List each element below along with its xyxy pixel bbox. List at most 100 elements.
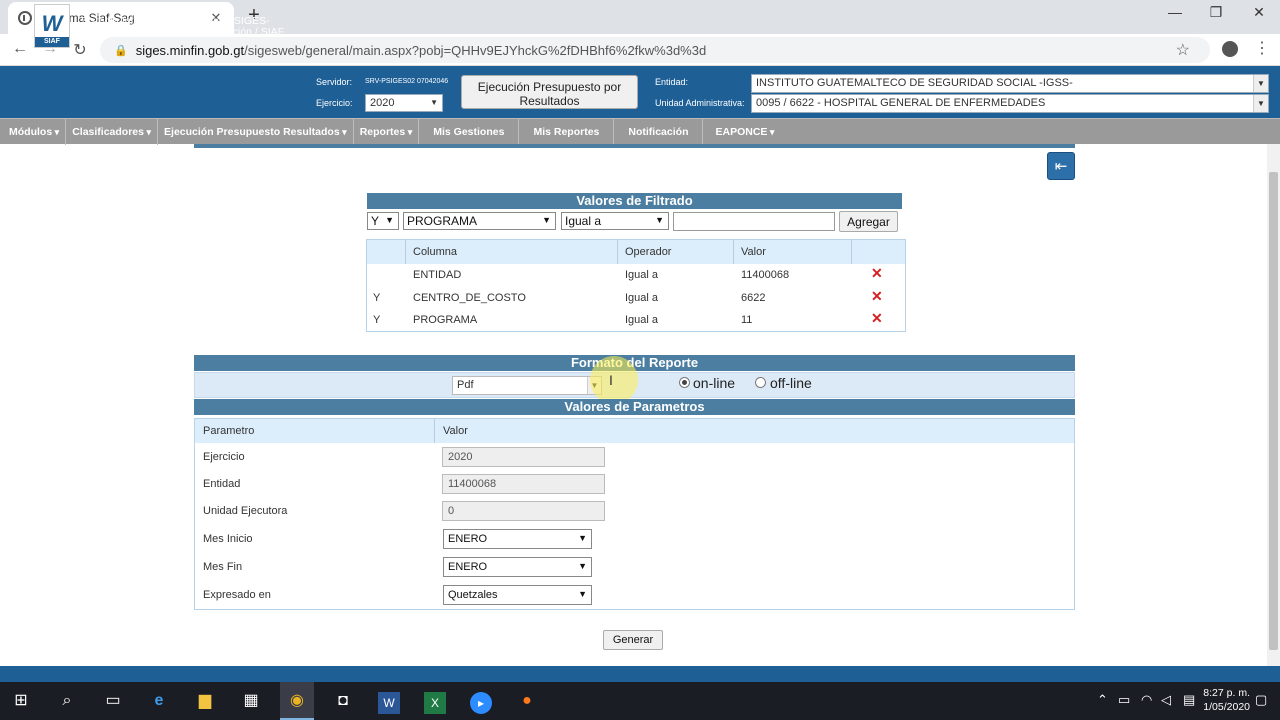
delete-icon[interactable]: ✕	[871, 288, 883, 305]
param-unidad-input[interactable]: 0	[442, 501, 605, 521]
task-view-icon[interactable]: ▭	[100, 688, 126, 714]
minimize-button[interactable]: —	[1163, 4, 1187, 20]
store-icon[interactable]: ▦	[238, 688, 264, 714]
row-logic: Y	[373, 314, 381, 326]
chevron-down-icon: ▼	[655, 215, 664, 225]
chevron-up-icon[interactable]: ⌃	[1097, 692, 1108, 708]
operator-select[interactable]: Igual a ▼	[561, 212, 669, 230]
offline-label: off-line	[770, 375, 812, 391]
param-entidad-label: Entidad	[203, 478, 241, 490]
chrome-icon[interactable]: ◉	[284, 688, 310, 714]
online-radio[interactable]	[679, 377, 690, 388]
volume-icon[interactable]: ◁	[1161, 692, 1171, 708]
row-columna: CENTRO_DE_COSTO	[413, 292, 526, 304]
logo-text: SIAF	[35, 37, 69, 47]
maximize-button[interactable]: ❐	[1204, 4, 1228, 21]
cursor-highlight	[590, 356, 638, 404]
unidad-select[interactable]: 0095 / 6622 - HOSPITAL GENERAL DE ENFERM…	[751, 94, 1269, 113]
firefox-icon[interactable]: ●	[514, 688, 540, 714]
address-bar: ← → ↻ 🔒 siges.minfin.gob.gt/sigesweb/gen…	[0, 34, 1280, 66]
edge-icon[interactable]: e	[146, 688, 172, 714]
delete-icon[interactable]: ✕	[871, 310, 883, 327]
column-select[interactable]: PROGRAMA ▼	[403, 212, 556, 230]
menu-clasificadores[interactable]: Clasificadores	[66, 118, 159, 145]
chevron-down-icon: ▼	[542, 215, 551, 225]
row-columna: ENTIDAD	[413, 269, 462, 281]
menu-modulos[interactable]: Módulos	[3, 118, 67, 145]
chevron-down-icon: ▼	[385, 215, 394, 225]
bookmark-star-icon[interactable]: ☆	[1176, 40, 1190, 60]
param-unidad-label: Unidad Ejecutora	[203, 505, 288, 517]
ejecucion-presupuesto-button[interactable]: Ejecución Presupuesto por Resultados	[461, 75, 638, 109]
logo-mark-icon: W	[41, 11, 63, 36]
online-label: on-line	[693, 375, 736, 391]
app-footer	[0, 666, 1280, 682]
menu-mis-reportes[interactable]: Mis Reportes	[519, 118, 615, 145]
row-columna: PROGRAMA	[413, 314, 478, 326]
entidad-select[interactable]: INSTITUTO GUATEMALTECO DE SEGURIDAD SOCI…	[751, 74, 1269, 93]
wifi-icon[interactable]: ◠	[1141, 692, 1152, 708]
generar-button[interactable]: Generar	[603, 630, 663, 650]
row-valor: 6622	[741, 292, 766, 304]
account-icon[interactable]	[1222, 41, 1238, 57]
camera-icon[interactable]: ◘	[330, 688, 356, 714]
ejercicio-label: Ejercicio:	[316, 98, 353, 108]
chevron-down-icon: ▼	[430, 98, 438, 107]
expresado-select[interactable]: Quetzales ▼	[443, 585, 592, 605]
ejercicio-select[interactable]: 2020 ▼	[365, 94, 443, 112]
menu-ejecucion[interactable]: Ejecución Presupuesto Resultados	[158, 118, 354, 145]
notifications-icon[interactable]: ▢	[1255, 692, 1267, 708]
exit-icon[interactable]: ⇤	[1047, 152, 1075, 180]
param-mes-fin-label: Mes Fin	[203, 561, 243, 573]
format-select[interactable]: Pdf▼	[452, 376, 602, 395]
delete-icon[interactable]: ✕	[871, 265, 883, 282]
menu-reportes[interactable]: Reportes	[354, 118, 420, 145]
main-menu: Módulos Clasificadores Ejecución Presupu…	[0, 118, 1280, 145]
battery-icon[interactable]: ▭	[1118, 692, 1130, 708]
row-logic: Y	[373, 292, 381, 304]
back-icon[interactable]: ←	[10, 40, 30, 58]
system-clock[interactable]: 8:27 p. m. 1/05/2020	[1203, 686, 1250, 714]
col-header-parametro: Parametro	[195, 419, 435, 443]
scrollbar-thumb[interactable]	[1269, 172, 1278, 650]
parametros-title: Valores de Parametros	[194, 399, 1075, 415]
chevron-down-icon: ▼	[1253, 95, 1268, 112]
section-divider	[194, 144, 1075, 148]
offline-radio[interactable]	[755, 377, 766, 388]
col-header-valor: Valor	[435, 419, 1074, 443]
logic-select[interactable]: Y ▼	[367, 212, 399, 230]
browser-menu-icon[interactable]: ⋮	[1254, 38, 1270, 58]
search-icon[interactable]: ⌕	[54, 688, 80, 714]
server-value: SRV-PSIGES02 07042046	[365, 78, 449, 85]
menu-mis-gestiones[interactable]: Mis Gestiones	[419, 118, 520, 145]
row-operador: Igual a	[625, 292, 659, 304]
keyboard-icon[interactable]: ▤	[1183, 692, 1195, 708]
unidad-label: Unidad Administrativa:	[655, 98, 745, 108]
excel-icon[interactable]: X	[424, 692, 446, 714]
param-entidad-input[interactable]: 11400068	[442, 474, 605, 494]
server-label: Servidor:	[316, 77, 353, 87]
word-icon[interactable]: W	[378, 692, 400, 714]
zoom-icon[interactable]: ▸	[470, 692, 492, 714]
window-close-button[interactable]: ✕	[1247, 4, 1271, 21]
url-input[interactable]: 🔒 siges.minfin.gob.gt/sigesweb/general/m…	[100, 37, 1210, 63]
param-mes-inicio-label: Mes Inicio	[203, 533, 253, 545]
param-expresado-label: Expresado en	[203, 589, 271, 601]
url-text: siges.minfin.gob.gt/sigesweb/general/mai…	[135, 42, 707, 58]
file-explorer-icon[interactable]: ▆	[192, 688, 218, 714]
param-ejercicio-input[interactable]: 2020	[442, 447, 605, 467]
reload-icon[interactable]: ↻	[70, 40, 90, 60]
col-header-operador: Operador	[618, 240, 734, 264]
filtrado-title: Valores de Filtrado	[367, 193, 902, 209]
menu-notificacion[interactable]: Notificación	[614, 118, 704, 145]
mes-inicio-select[interactable]: ENERO ▼	[443, 529, 592, 549]
windows-start-icon[interactable]: ⊞	[8, 688, 34, 714]
agregar-button[interactable]: Agregar	[839, 211, 898, 232]
row-valor: 11400068	[741, 269, 790, 281]
text-cursor-icon: I	[609, 372, 613, 388]
mes-fin-select[interactable]: ENERO ▼	[443, 557, 592, 577]
chevron-down-icon: ▼	[578, 533, 587, 543]
menu-user[interactable]: EAPONCE	[703, 119, 786, 145]
row-operador: Igual a	[625, 314, 659, 326]
filter-value-input[interactable]	[673, 212, 835, 231]
